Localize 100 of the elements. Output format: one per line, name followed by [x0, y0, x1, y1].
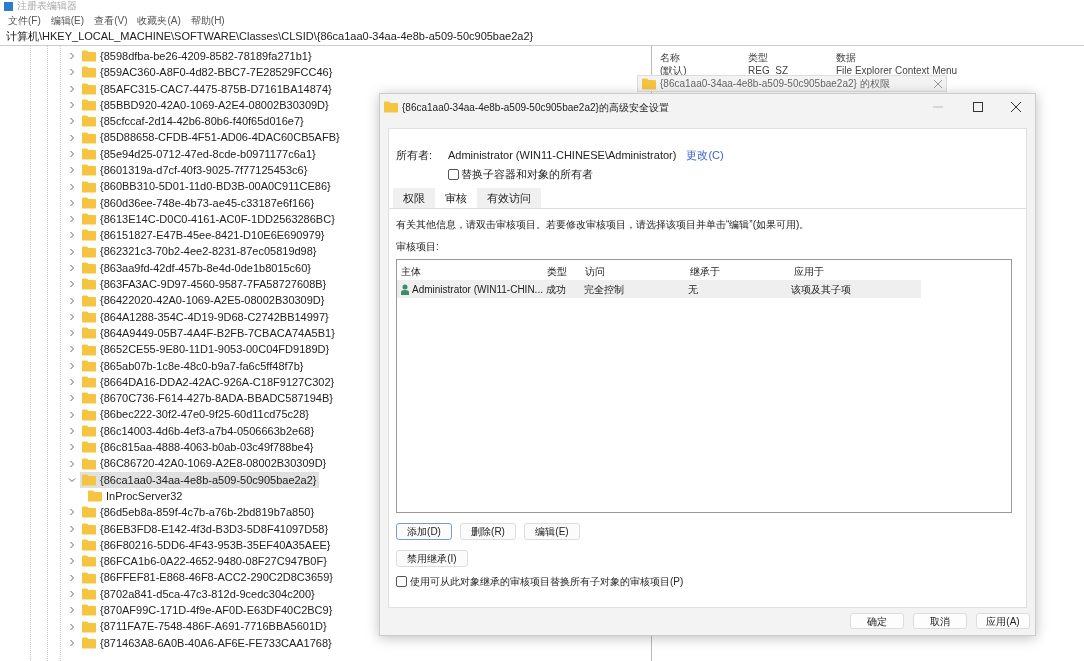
tree-item[interactable]: {863aa9fd-42df-457b-8e4d-0de1b8015c60} [80, 259, 314, 277]
chevron-right-icon[interactable] [68, 280, 76, 289]
tree-item[interactable]: {85e94d25-0712-47ed-8cde-b0971177c6a1} [80, 145, 318, 163]
folder-icon [82, 636, 96, 649]
dialog-button[interactable]: 应用(A) [976, 613, 1030, 629]
menu-item[interactable]: 收藏夹(A) [137, 12, 181, 28]
tree-item[interactable]: {864A1288-354C-4D19-9D68-C2742BB14997} [80, 308, 331, 326]
action-button[interactable]: 删除(R) [460, 523, 516, 540]
address-bar[interactable]: 计算机\HKEY_LOCAL_MACHINE\SOFTWARE\Classes\CLSID\{86ca1aa0-34aa-4e8b-a509-50c905bae2a2} [6, 28, 534, 45]
tree-item[interactable]: {871463A8-6A0B-40A6-AF6E-FE733CAA1768} [80, 634, 334, 652]
tree-item[interactable]: {865ab07b-1c8e-48c0-b9a7-fa6c5ff48f7b} [80, 357, 306, 375]
tree-item-label: {86F80216-5DD6-4F43-953B-35EF40A35AEE} [100, 537, 331, 553]
action-button[interactable]: 编辑(E) [524, 523, 580, 540]
folder-icon [642, 77, 656, 90]
column-header[interactable]: 类型 [748, 49, 836, 65]
checkbox-label: 使用可从此对象继承的审核项目替换所有子对象的审核项目(P) [410, 575, 684, 589]
table-row[interactable]: Administrator (WIN11-CHIN... 成功 完全控制 无 该项及其子项 [397, 280, 921, 298]
folder-icon [82, 164, 96, 177]
chevron-right-icon[interactable] [68, 426, 76, 435]
chevron-right-icon[interactable] [68, 361, 76, 370]
tree-item[interactable]: {8613E14C-D0C0-4161-AC0F-1DD2563286BC} [80, 210, 337, 228]
chevron-right-icon[interactable] [68, 133, 76, 142]
folder-icon [82, 131, 96, 144]
tree-item[interactable]: {8664DA16-DDA2-42AC-926A-C18F9127C302} [80, 373, 337, 391]
dialog-button[interactable]: 取消 [913, 613, 967, 629]
chevron-right-icon[interactable] [68, 606, 76, 615]
tree-item[interactable]: {870AF99C-171D-4f9e-AF0D-E63DF40C2BC9} [80, 602, 335, 619]
chevron-right-icon[interactable] [68, 557, 76, 566]
tree-item-label: {870AF99C-171D-4f9e-AF0D-E63DF40C2BC9} [100, 603, 333, 618]
column-header[interactable]: 主体 [401, 263, 547, 279]
tab[interactable]: 有效访问 [477, 188, 541, 208]
chevron-right-icon[interactable] [68, 541, 76, 550]
chevron-right-icon[interactable] [68, 524, 76, 533]
chevron-right-icon[interactable] [68, 149, 76, 158]
chevron-right-icon[interactable] [68, 182, 76, 191]
column-header[interactable]: 名称 [660, 49, 748, 65]
tree-item[interactable]: InProcServer32 [86, 487, 185, 505]
dialog-button[interactable]: 确定 [850, 613, 904, 629]
tree-item[interactable]: {8702a841-d5ca-47c3-812d-9cedc304c200} [80, 585, 317, 603]
menu-item[interactable]: 帮助(H) [190, 12, 225, 28]
chevron-right-icon[interactable] [68, 84, 76, 93]
checkbox[interactable] [448, 168, 459, 180]
column-header[interactable]: 应用于 [794, 263, 894, 279]
chevron-right-icon[interactable] [68, 508, 76, 517]
chevron-right-icon[interactable] [68, 622, 76, 631]
chevron-right-icon[interactable] [68, 410, 76, 419]
tab[interactable]: 权限 [393, 188, 435, 208]
permissions-window[interactable]: {86ca1aa0-34aa-4e8b-a509-50c905bae2a2} 的权限 [637, 75, 947, 92]
action-button[interactable]: 添加(D) [396, 523, 452, 540]
chevron-right-icon[interactable] [68, 638, 76, 647]
column-header[interactable]: 访问 [585, 263, 690, 279]
chevron-right-icon[interactable] [68, 117, 76, 126]
chevron-right-icon[interactable] [68, 378, 76, 387]
chevron-right-icon[interactable] [68, 215, 76, 224]
tree-item-label: {8664DA16-DDA2-42AC-926A-C18F9127C302} [100, 374, 335, 390]
column-header[interactable]: 数据 [836, 49, 976, 65]
disable-inheritance-button[interactable]: 禁用继承(I) [396, 550, 468, 567]
folder-icon [82, 262, 96, 274]
chevron-right-icon[interactable] [68, 329, 76, 338]
tree-item[interactable]: {86ca1aa0-34aa-4e8b-a509-50c905bae2a2} [80, 471, 319, 489]
chevron-right-icon[interactable] [68, 166, 76, 175]
tree-item-label: {8598dfba-be26-4209-8582-78189fa271b1} [100, 48, 312, 64]
checkbox[interactable] [396, 576, 407, 587]
tree-item[interactable]: {85cfccaf-2d14-42b6-80b6-f40f65d016e7} [80, 113, 306, 130]
tree-item[interactable]: {86F80216-5DD6-4F43-953B-35EF40A35AEE} [80, 536, 333, 554]
chevron-right-icon[interactable] [68, 52, 76, 61]
tree-item[interactable]: {86c14003-4d6b-4ef3-a7b4-0506663b2e68} [80, 422, 317, 440]
column-header[interactable]: 继承于 [690, 263, 794, 279]
chevron-right-icon[interactable] [68, 573, 76, 582]
maximize-icon[interactable] [973, 102, 983, 112]
tree-item-label: {863aa9fd-42df-457b-8e4d-0de1b8015c60} [100, 260, 312, 276]
chevron-right-icon[interactable] [68, 589, 76, 598]
change-owner-link[interactable]: 更改(C) [686, 146, 724, 164]
value-data: File Explorer Context Menu [836, 64, 958, 78]
chevron-right-icon[interactable] [68, 231, 76, 240]
close-icon[interactable] [1011, 102, 1021, 112]
chevron-right-icon[interactable] [68, 296, 76, 305]
chevron-right-icon[interactable] [68, 247, 76, 256]
chevron-right-icon[interactable] [68, 68, 76, 77]
tree-item[interactable]: {860d36ee-748e-4b73-ae45-c33187e6f166} [80, 194, 317, 212]
chevron-right-icon[interactable] [68, 394, 76, 403]
chevron-right-icon[interactable] [68, 345, 76, 354]
menu-item[interactable]: 文件(F) [8, 12, 41, 28]
chevron-right-icon[interactable] [68, 198, 76, 207]
tree-item[interactable]: {8598dfba-be26-4209-8582-78189fa271b1} [80, 47, 314, 65]
menu-item[interactable]: 查看(V) [94, 12, 128, 28]
table-cell: Administrator (WIN11-CHIN... [401, 281, 546, 297]
chevron-right-icon[interactable] [68, 459, 76, 468]
chevron-right-icon[interactable] [68, 264, 76, 272]
chevron-down-icon[interactable] [68, 475, 76, 484]
folder-icon [82, 359, 96, 372]
tree-item[interactable]: {85BBD920-42A0-1069-A2E4-08002B30309D} [80, 96, 331, 114]
menu-item[interactable]: 编辑(E) [50, 12, 85, 28]
chevron-right-icon[interactable] [68, 312, 76, 321]
chevron-right-icon[interactable] [68, 101, 76, 110]
tree-item[interactable]: {8601319a-d7cf-40f3-9025-7f77125453c6} [80, 162, 310, 179]
owner-label: 所有者: [396, 147, 434, 163]
chevron-right-icon[interactable] [68, 443, 76, 452]
column-header[interactable]: 类型 [547, 263, 585, 279]
tree-item[interactable]: {864A9449-05B7-4A4F-B2FB-7CBACA74A5B1} [80, 324, 337, 342]
